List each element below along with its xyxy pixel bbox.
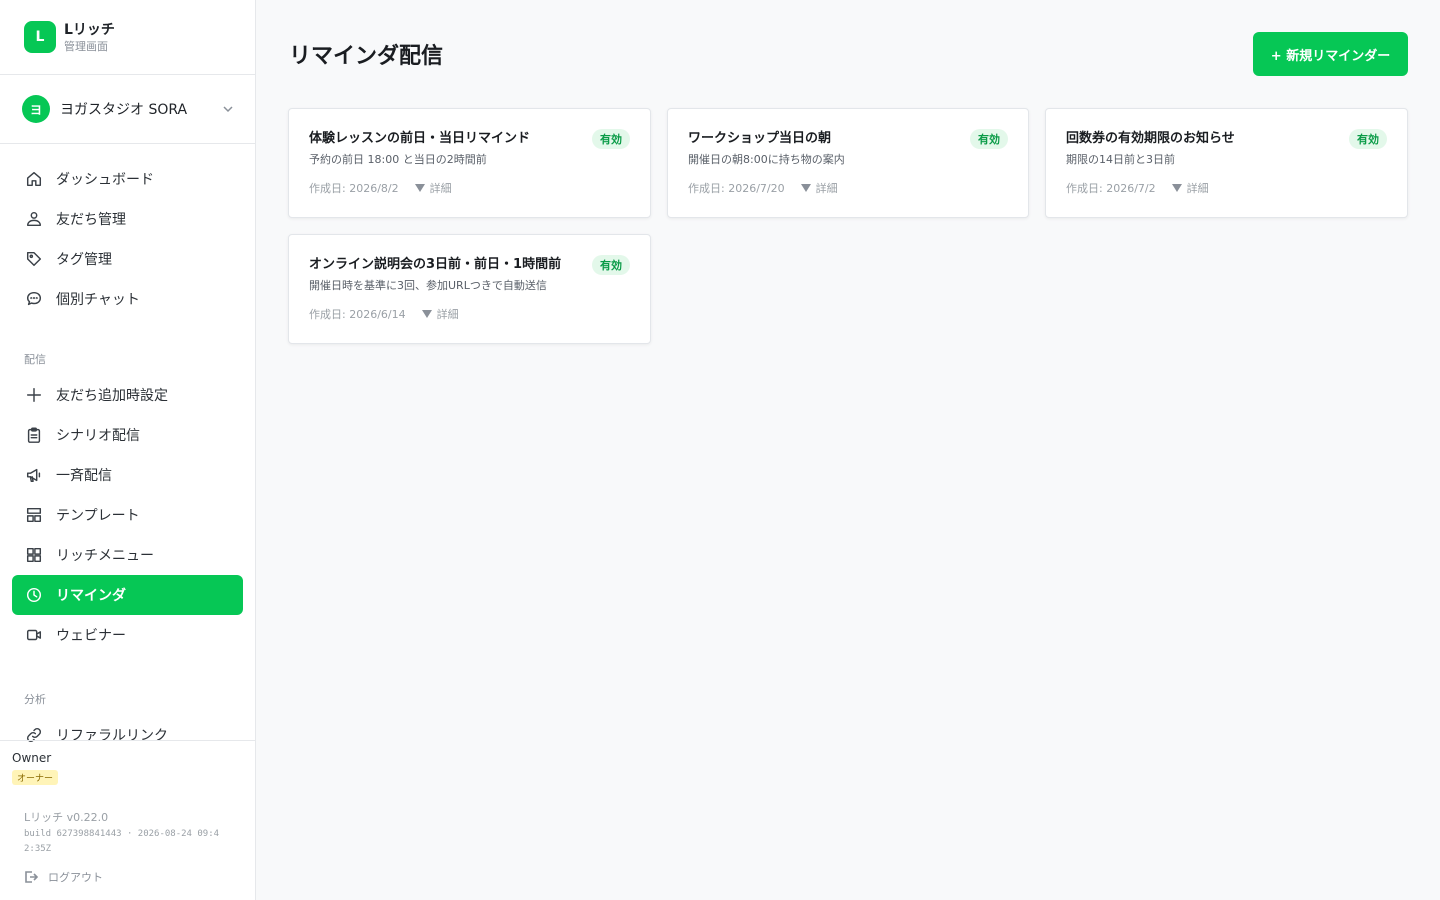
tag-icon [24,249,44,269]
status-badge: 有効 [592,129,630,149]
sidebar-item-label: 友だち追加時設定 [56,388,168,404]
account-name: ヨガスタジオ SORA [60,102,188,118]
sidebar-item-scenario[interactable]: シナリオ配信 [12,415,243,455]
logout-button[interactable]: ログアウト [12,869,243,885]
sidebar-item-broadcast[interactable]: 一斉配信 [12,455,243,495]
created-date: 作成日: 2026/7/20 [688,182,785,195]
sidebar-item-rich-menu[interactable]: リッチメニュー [12,535,243,575]
reminder-description: 予約の前日 18:00 と当日の2時間前 [309,153,487,166]
reminder-title: オンライン説明会の3日前・前日・1時間前 [309,257,562,272]
status-badge: 有効 [970,129,1008,149]
detail-toggle[interactable]: 詳細 [1171,180,1209,196]
home-icon [24,169,44,189]
template-icon [24,505,44,525]
nav-section-analytics: 分析 [24,693,46,706]
users-icon [24,209,44,229]
created-date: 作成日: 2026/6/14 [309,308,406,321]
reminder-title: 回数券の有効期限のお知らせ [1066,131,1235,146]
video-icon [24,625,44,645]
build-info: build 627398841443 · 2026-08-24 09:42:35… [24,829,220,854]
created-date: 作成日: 2026/7/2 [1066,182,1156,195]
reminder-card[interactable]: 体験レッスンの前日・当日リマインド 有効 予約の前日 18:00 と当日の2時間… [288,108,651,218]
sidebar-item-label: ウェビナー [56,628,126,644]
sidebar-item-templates[interactable]: テンプレート [12,495,243,535]
reminder-description: 開催日時を基準に3回、参加URLつきで自動送信 [309,279,547,292]
detail-label: 詳細 [1186,182,1209,195]
sidebar-item-label: タグ管理 [56,252,112,268]
user-name: Owner [12,751,52,765]
clipboard-icon [24,425,44,445]
detail-toggle[interactable]: 詳細 [421,306,459,322]
triangle-down-icon [414,184,425,192]
app-version: Lリッチ v0.22.0 [24,811,109,824]
sidebar-item-friend-add-settings[interactable]: 友だち追加時設定 [12,375,243,415]
grid-icon [24,545,44,565]
page-title: リマインダ配信 [289,44,444,69]
role-badge: オーナー [12,770,59,785]
triangle-down-icon [1171,184,1182,192]
detail-toggle[interactable]: 詳細 [800,180,838,196]
sidebar-item-label: 個別チャット [56,292,140,308]
status-badge: 有効 [592,255,630,275]
brand-subtitle: 管理画面 [64,39,108,53]
nav-section-delivery: 配信 [24,353,46,366]
reminder-title: ワークショップ当日の朝 [688,131,832,146]
brand-logo: L [24,21,56,53]
reminder-card[interactable]: 回数券の有効期限のお知らせ 有効 期限の14日前と3日前 作成日: 2026/7… [1045,108,1408,218]
logout-icon [25,871,38,883]
clock-icon [24,585,44,605]
reminder-card[interactable]: ワークショップ当日の朝 有効 開催日の朝8:00に持ち物の案内 作成日: 202… [667,108,1029,218]
sidebar-item-friends[interactable]: 友だち管理 [12,199,243,239]
sidebar-item-label: リマインダ [56,588,126,604]
triangle-down-icon [800,184,811,192]
detail-label: 詳細 [429,182,452,195]
sidebar-item-webinar[interactable]: ウェビナー [12,615,243,655]
sidebar-item-label: 一斉配信 [56,468,112,484]
reminder-description: 開催日の朝8:00に持ち物の案内 [688,153,845,166]
megaphone-icon [24,465,44,485]
sidebar-item-label: ダッシュボード [56,172,154,188]
sidebar-footer: Owner オーナー Lリッチ v0.22.0 build 6273988414… [0,740,255,885]
logout-label: ログアウト [48,871,103,884]
sidebar-item-label: シナリオ配信 [56,428,140,444]
chevron-down-icon [223,106,233,113]
reminder-grid: 体験レッスンの前日・当日リマインド 有効 予約の前日 18:00 と当日の2時間… [288,108,1408,344]
sidebar-item-label: テンプレート [56,508,140,524]
chat-icon [24,289,44,309]
sidebar-item-tags[interactable]: タグ管理 [12,239,243,279]
detail-toggle[interactable]: 詳細 [414,180,452,196]
sidebar-item-reminders[interactable]: リマインダ [12,575,243,615]
account-avatar: ヨ [22,95,50,123]
sidebar-item-label: リッチメニュー [56,548,154,564]
status-badge: 有効 [1349,129,1387,149]
triangle-down-icon [421,310,432,318]
reminder-description: 期限の14日前と3日前 [1066,153,1175,166]
reminder-title: 体験レッスンの前日・当日リマインド [309,131,531,146]
brand-name: Lリッチ [64,21,115,38]
brand: L Lリッチ 管理画面 [0,0,255,75]
sidebar-item-dashboard[interactable]: ダッシュボード [12,159,243,199]
main-content: リマインダ配信 + 新規リマインダー 体験レッスンの前日・当日リマインド 有効 … [256,0,1440,900]
sidebar-item-chat[interactable]: 個別チャット [12,279,243,319]
new-reminder-button[interactable]: + 新規リマインダー [1253,32,1408,76]
sidebar: L Lリッチ 管理画面 ヨ ヨガスタジオ SORA ダッシュボード 友だち管理 … [0,0,256,900]
plus-icon [24,385,44,405]
created-date: 作成日: 2026/8/2 [309,182,399,195]
sidebar-nav: ダッシュボード 友だち管理 タグ管理 個別チャット 配信 友だち追加時設定 シナ… [0,144,255,755]
detail-label: 詳細 [815,182,838,195]
detail-label: 詳細 [436,308,459,321]
reminder-card[interactable]: オンライン説明会の3日前・前日・1時間前 有効 開催日時を基準に3回、参加URL… [288,234,651,344]
sidebar-item-label: 友だち管理 [56,212,126,228]
account-switcher[interactable]: ヨ ヨガスタジオ SORA [0,75,255,144]
